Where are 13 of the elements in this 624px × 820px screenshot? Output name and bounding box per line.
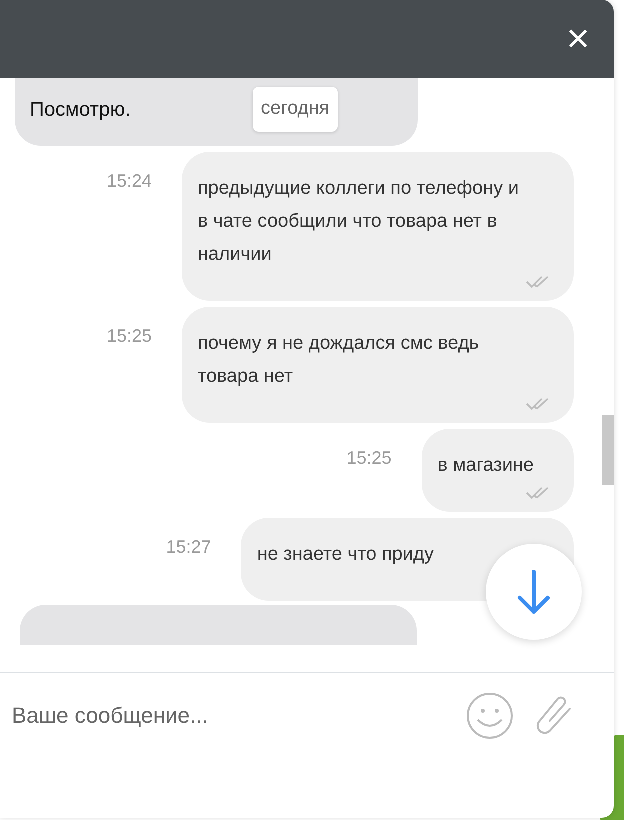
message-input[interactable]: Ваше сообщение... [12, 691, 446, 741]
message-bubble: предыдущие коллеги по телефону и в чате сообщили что товара нет в наличии [182, 152, 574, 301]
message-time: 15:27 [166, 536, 212, 559]
message-bubble: в магазине [422, 429, 574, 512]
smiley-icon [466, 692, 514, 740]
message-time: 15:25 [106, 325, 152, 348]
message-bubble: почему я не дождался смс ведь товара нет [182, 307, 574, 423]
date-chip: сегодня [253, 87, 338, 132]
message-time: 15:24 [106, 170, 152, 193]
arrow-down-icon [516, 568, 552, 616]
close-button[interactable]: × [566, 19, 590, 59]
scrollbar-thumb [602, 415, 614, 485]
message-time: 15:25 [346, 447, 392, 470]
